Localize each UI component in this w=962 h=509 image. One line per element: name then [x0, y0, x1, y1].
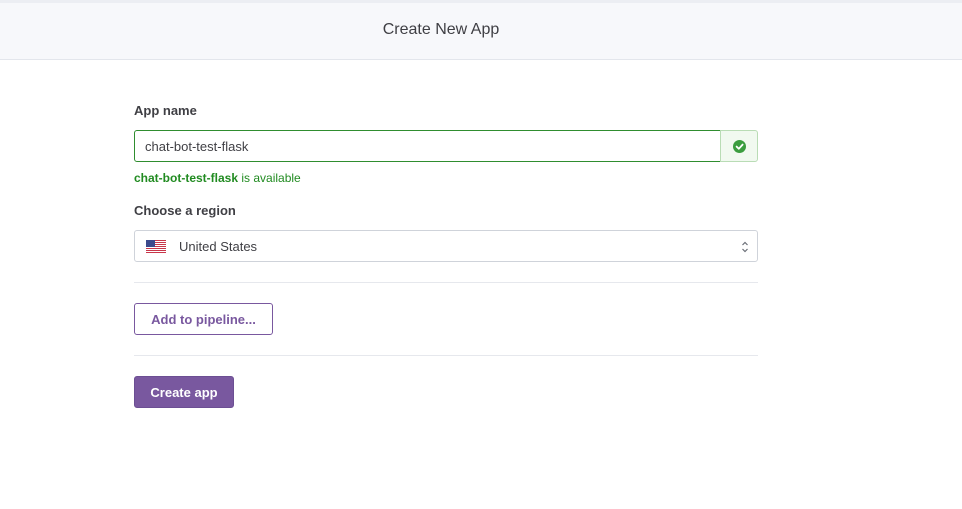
page-title: Create New App	[382, 21, 500, 38]
divider	[134, 355, 758, 356]
region-label: Choose a region	[134, 203, 236, 218]
page-header: Create New App	[0, 0, 962, 60]
availability-message: chat-bot-test-flask is available	[134, 171, 301, 185]
app-name-label: App name	[134, 103, 197, 118]
us-flag-icon	[146, 240, 166, 253]
name-valid-indicator	[720, 130, 758, 162]
check-circle-icon	[733, 140, 746, 153]
create-app-button[interactable]: Create app	[134, 376, 234, 408]
divider	[134, 282, 758, 283]
add-to-pipeline-button[interactable]: Add to pipeline...	[134, 303, 273, 335]
availability-suffix: is available	[238, 171, 301, 185]
region-selected-value: United States	[179, 239, 258, 254]
app-name-input[interactable]	[134, 130, 721, 162]
select-chevrons-icon	[742, 241, 748, 253]
availability-app-name: chat-bot-test-flask	[134, 171, 239, 185]
region-select[interactable]: United States	[134, 230, 758, 262]
